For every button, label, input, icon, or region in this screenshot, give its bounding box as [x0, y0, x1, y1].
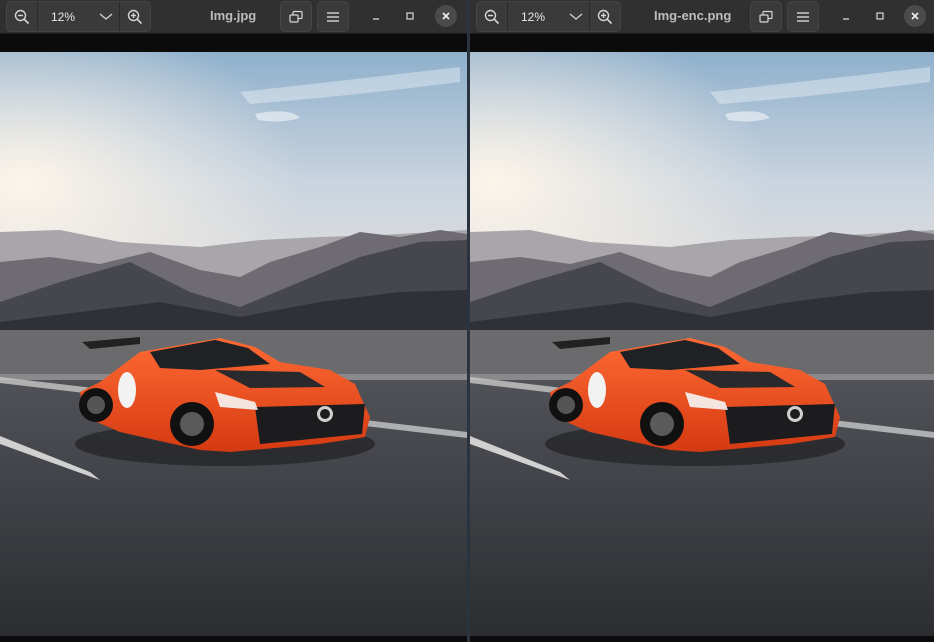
headerbar: 12% Img-enc.png	[470, 0, 934, 34]
headerbar: 12% Img.jpg	[0, 0, 467, 34]
maximize-button[interactable]	[869, 5, 891, 27]
image-canvas[interactable]	[0, 52, 467, 636]
zoom-in-icon[interactable]	[590, 2, 620, 31]
minimize-icon	[373, 18, 379, 20]
rotate-button[interactable]	[750, 1, 782, 32]
car-photo	[0, 52, 467, 636]
image-canvas[interactable]	[470, 52, 934, 636]
main-menu-button[interactable]	[787, 1, 819, 32]
hamburger-menu-icon	[327, 11, 339, 22]
zoom-out-icon[interactable]	[477, 2, 507, 31]
image-viewer-window-left: 12% Img.jpg	[0, 0, 467, 642]
close-button[interactable]	[904, 5, 926, 27]
maximize-button[interactable]	[399, 5, 421, 27]
main-menu-button[interactable]	[317, 1, 349, 32]
minimize-icon	[843, 18, 849, 20]
zoom-control: 12%	[476, 1, 621, 32]
minimize-button[interactable]	[365, 5, 387, 27]
car-photo	[470, 52, 934, 636]
zoom-level: 12%	[51, 9, 76, 24]
rotate-icon	[289, 10, 303, 23]
zoom-level: 12%	[521, 9, 546, 24]
zoom-out-icon[interactable]	[7, 2, 37, 31]
zoom-control: 12%	[6, 1, 151, 32]
rotate-button[interactable]	[280, 1, 312, 32]
hamburger-menu-icon	[797, 11, 809, 22]
rotate-icon	[759, 10, 773, 23]
maximize-icon	[876, 12, 884, 20]
zoom-level-dropdown[interactable]: 12%	[508, 2, 589, 31]
window-title: Img-enc.png	[654, 8, 732, 23]
close-button[interactable]	[435, 5, 457, 27]
minimize-button[interactable]	[835, 5, 857, 27]
chevron-down-icon	[99, 12, 113, 20]
window-title: Img.jpg	[210, 8, 257, 23]
image-viewer-window-right: 12% Img-enc.png	[470, 0, 934, 642]
maximize-icon	[406, 12, 414, 20]
zoom-level-dropdown[interactable]: 12%	[38, 2, 119, 31]
close-icon	[911, 12, 919, 20]
close-icon	[442, 12, 450, 20]
chevron-down-icon	[569, 12, 583, 20]
zoom-in-icon[interactable]	[120, 2, 150, 31]
